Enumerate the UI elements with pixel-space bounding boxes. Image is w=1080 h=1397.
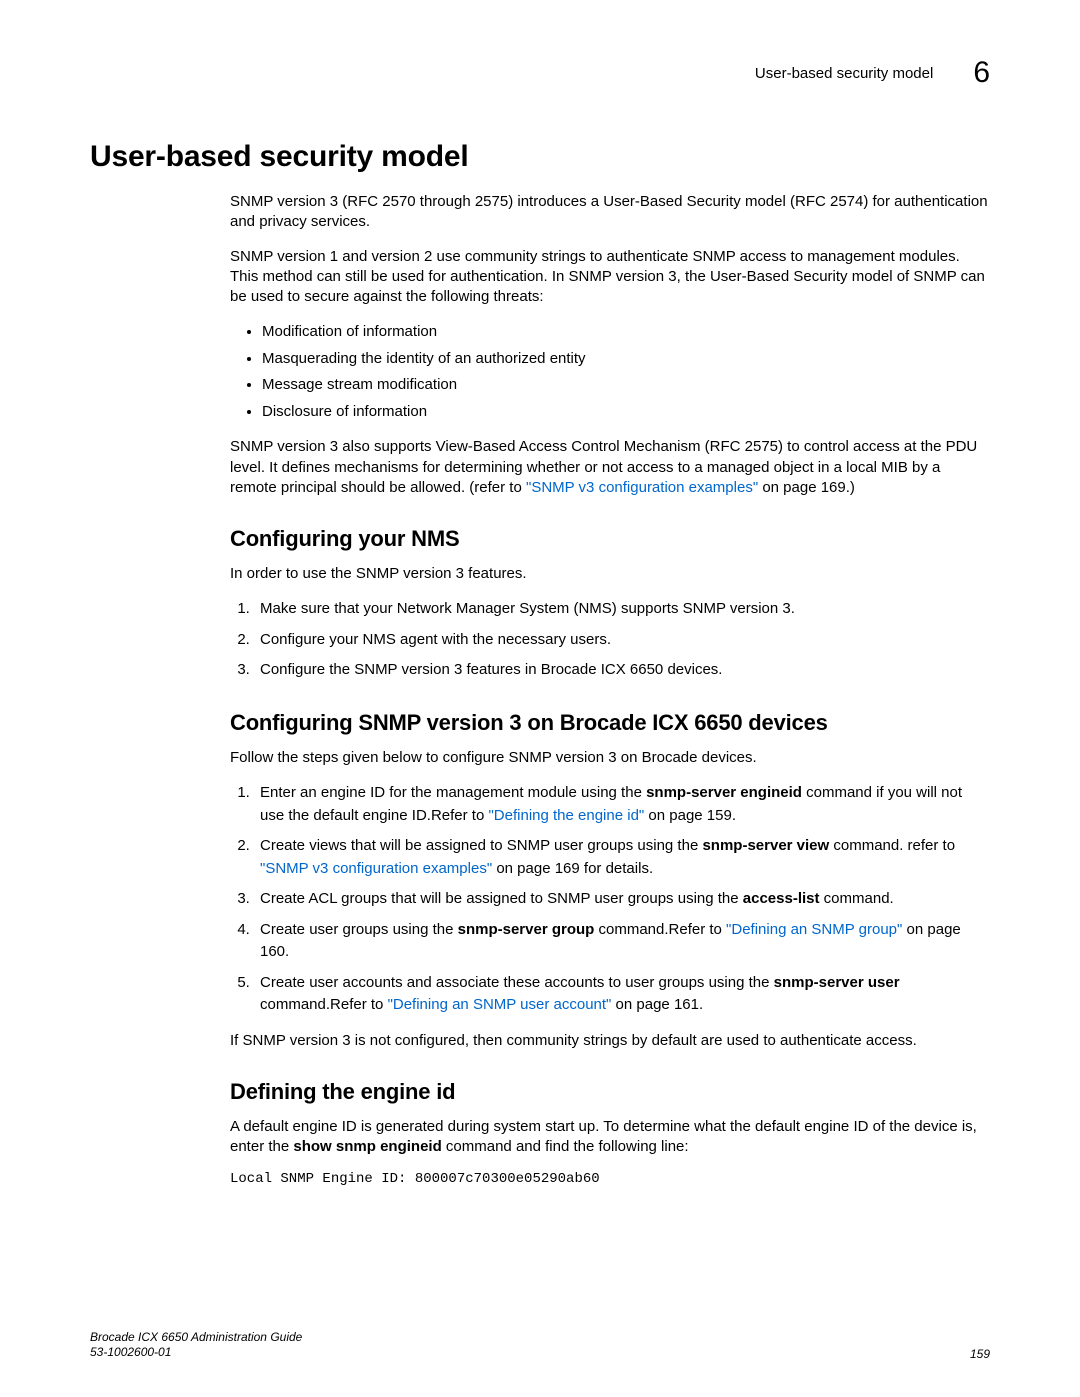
snmp3-steps: Enter an engine ID for the management mo… — [230, 782, 990, 1017]
footer-left: Brocade ICX 6650 Administration Guide 53… — [90, 1330, 302, 1361]
list-item: Create user groups using the snmp-server… — [254, 919, 990, 964]
intro-p2: SNMP version 1 and version 2 use communi… — [230, 247, 990, 308]
link-defining-snmp-group[interactable]: "Defining an SNMP group" — [726, 921, 902, 938]
page-footer: Brocade ICX 6650 Administration Guide 53… — [90, 1330, 990, 1361]
running-header: User-based security model 6 — [90, 56, 990, 90]
command-text: access-list — [743, 890, 820, 907]
intro-p1: SNMP version 3 (RFC 2570 through 2575) i… — [230, 192, 990, 233]
heading-configuring-snmp3: Configuring SNMP version 3 on Brocade IC… — [230, 710, 990, 736]
text: command and find the following line: — [442, 1138, 689, 1155]
nms-intro: In order to use the SNMP version 3 featu… — [230, 564, 990, 584]
text: on page 159. — [644, 807, 736, 824]
text: command. refer to — [829, 837, 955, 854]
list-item: Create user accounts and associate these… — [254, 972, 990, 1017]
running-title: User-based security model — [755, 65, 933, 82]
page-number: 159 — [970, 1347, 990, 1361]
text: on page 169.) — [758, 479, 855, 496]
nms-steps: Make sure that your Network Manager Syst… — [230, 598, 990, 682]
list-item: Create ACL groups that will be assigned … — [254, 888, 990, 911]
list-item: Masquerading the identity of an authoriz… — [262, 348, 990, 371]
text: Create views that will be assigned to SN… — [260, 837, 702, 854]
command-text: snmp-server view — [702, 837, 829, 854]
chapter-number: 6 — [973, 56, 990, 90]
text: command. — [820, 890, 894, 907]
list-item: Modification of information — [262, 321, 990, 344]
snmp3-outro: If SNMP version 3 is not configured, the… — [230, 1031, 990, 1051]
footer-doc-title: Brocade ICX 6650 Administration Guide — [90, 1330, 302, 1346]
page: User-based security model 6 User-based s… — [0, 0, 1080, 1187]
command-text: snmp-server group — [458, 921, 595, 938]
snmp3-intro: Follow the steps given below to configur… — [230, 748, 990, 768]
text: on page 169 for details. — [492, 860, 653, 877]
footer-doc-number: 53-1002600-01 — [90, 1345, 302, 1361]
link-snmp-v3-examples[interactable]: "SNMP v3 configuration examples" — [526, 479, 758, 496]
intro-p3: SNMP version 3 also supports View-Based … — [230, 437, 990, 498]
command-text: show snmp engineid — [293, 1138, 441, 1155]
body-content: SNMP version 3 (RFC 2570 through 2575) i… — [230, 192, 990, 1187]
code-block: Local SNMP Engine ID: 800007c70300e05290… — [230, 1171, 990, 1187]
text: Create ACL groups that will be assigned … — [260, 890, 743, 907]
engine-p1: A default engine ID is generated during … — [230, 1117, 990, 1158]
list-item: Enter an engine ID for the management mo… — [254, 782, 990, 827]
heading-defining-engine-id: Defining the engine id — [230, 1079, 990, 1105]
list-item: Make sure that your Network Manager Syst… — [254, 598, 990, 621]
text: command.Refer to — [594, 921, 726, 938]
command-text: snmp-server engineid — [646, 784, 802, 801]
list-item: Message stream modification — [262, 374, 990, 397]
list-item: Configure your NMS agent with the necess… — [254, 629, 990, 652]
heading-configuring-nms: Configuring your NMS — [230, 526, 990, 552]
list-item: Disclosure of information — [262, 401, 990, 424]
link-defining-snmp-user[interactable]: "Defining an SNMP user account" — [388, 996, 612, 1013]
command-text: snmp-server user — [774, 974, 900, 991]
link-snmp-v3-examples[interactable]: "SNMP v3 configuration examples" — [260, 860, 492, 877]
link-defining-engine-id[interactable]: "Defining the engine id" — [488, 807, 644, 824]
page-title: User-based security model — [90, 140, 990, 174]
threat-list: Modification of information Masquerading… — [230, 321, 990, 423]
list-item: Configure the SNMP version 3 features in… — [254, 659, 990, 682]
text: command.Refer to — [260, 996, 388, 1013]
text: Create user groups using the — [260, 921, 458, 938]
text: Enter an engine ID for the management mo… — [260, 784, 646, 801]
list-item: Create views that will be assigned to SN… — [254, 835, 990, 880]
text: on page 161. — [611, 996, 703, 1013]
text: Create user accounts and associate these… — [260, 974, 774, 991]
